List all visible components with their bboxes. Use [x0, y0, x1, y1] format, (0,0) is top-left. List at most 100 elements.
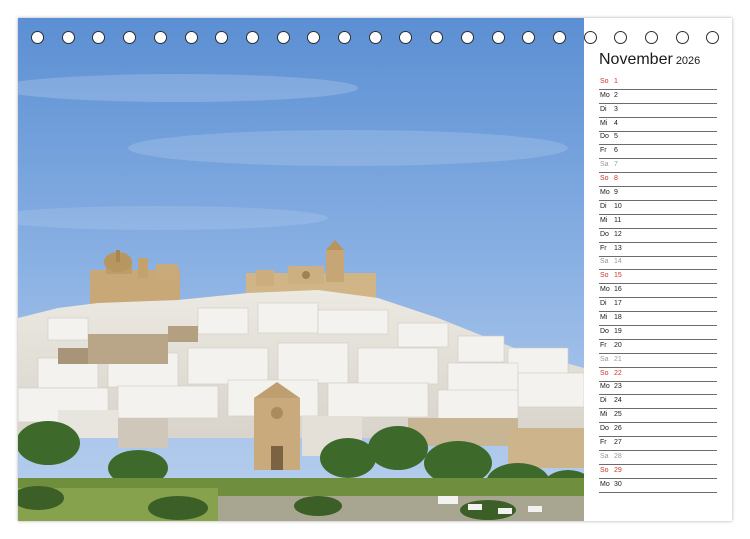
day-row: Mi 4 — [599, 118, 717, 132]
weekday-label: Mo — [600, 383, 610, 391]
day-number: 7 — [614, 161, 618, 169]
day-number: 4 — [614, 119, 618, 127]
day-row: Mi 18 — [599, 312, 717, 327]
binding-ring-icon — [675, 31, 689, 44]
weekday-label: So — [600, 369, 609, 377]
day-number: 1 — [614, 77, 618, 85]
day-number: 15 — [614, 272, 622, 280]
month-name: November — [599, 51, 673, 68]
day-number: 25 — [614, 411, 622, 419]
weekday-label: Fr — [600, 244, 607, 252]
day-row: Di 10 — [599, 201, 717, 215]
day-number: 28 — [614, 452, 622, 460]
binding-ring-icon — [552, 31, 566, 44]
day-row: Sa 14 — [599, 257, 717, 271]
binding-ring-icon — [614, 31, 628, 44]
binding-ring-icon — [92, 31, 106, 44]
day-number: 12 — [614, 230, 622, 238]
day-row: Fr 20 — [599, 340, 717, 354]
binding-ring-icon — [368, 31, 382, 44]
day-number: 29 — [614, 466, 622, 474]
weekday-label: So — [600, 272, 609, 280]
weekday-label: Di — [600, 202, 607, 210]
binding-ring-icon — [307, 31, 321, 44]
day-number: 19 — [614, 327, 622, 335]
day-row: Sa 28 — [599, 451, 717, 465]
day-row: So 15 — [599, 270, 717, 285]
day-row: Di 17 — [599, 298, 717, 313]
binding-ring-icon — [338, 31, 351, 44]
weekday-label: Mo — [600, 480, 610, 488]
day-number: 8 — [614, 175, 618, 183]
day-row: Sa 21 — [599, 354, 717, 368]
day-row: Mi 11 — [599, 215, 717, 229]
binding-ring-icon — [491, 31, 505, 44]
day-row: Fr 6 — [599, 145, 717, 160]
day-number: 26 — [614, 425, 622, 433]
town-photo — [18, 18, 584, 521]
weekday-label: Sa — [600, 452, 609, 460]
weekday-label: Mo — [600, 286, 610, 294]
day-row: Mo 23 — [599, 382, 717, 396]
day-number: 23 — [614, 383, 622, 391]
weekday-label: Di — [600, 300, 607, 308]
day-number: 3 — [614, 105, 618, 113]
day-number: 27 — [614, 439, 622, 447]
weekday-label: Mi — [600, 411, 608, 419]
binding-ring-icon — [430, 31, 444, 44]
weekday-label: Di — [600, 397, 607, 405]
day-list: So 1 Mo 2 Di 3 Mi 4 Do 5 Fr 6 Sa 7 So 8 Mo 9 Di 10 Mi 11 Do 12 F… — [599, 76, 717, 493]
weekday-label: Mo — [600, 189, 610, 197]
day-number: 17 — [614, 300, 622, 308]
day-number: 9 — [614, 189, 618, 197]
binding-ring-icon — [276, 31, 290, 44]
day-number: 22 — [614, 369, 622, 377]
day-number: 13 — [614, 244, 622, 252]
day-number: 21 — [614, 355, 622, 363]
day-row: Do 26 — [599, 423, 717, 438]
day-number: 14 — [614, 258, 622, 266]
weekday-label: Di — [600, 105, 607, 113]
day-row: Fr 13 — [599, 243, 717, 257]
hilltop-town-image — [18, 18, 584, 521]
month-header: November 2026 — [599, 51, 700, 69]
day-number: 5 — [614, 133, 618, 141]
weekday-label: Fr — [600, 147, 607, 155]
weekday-label: Mo — [600, 91, 610, 99]
binding-ring-icon — [184, 31, 198, 44]
weekday-label: Fr — [600, 341, 607, 349]
binding-ring-icon — [61, 31, 75, 44]
weekday-label: Mi — [600, 119, 608, 127]
day-row: Di 3 — [599, 104, 717, 118]
year: 2026 — [675, 55, 701, 67]
day-number: 24 — [614, 397, 622, 405]
day-row: Mo 16 — [599, 284, 717, 299]
weekday-label: Do — [600, 230, 609, 238]
day-row: Di 24 — [599, 395, 717, 410]
weekday-label: Mi — [600, 314, 608, 322]
binding-ring-icon — [583, 31, 597, 44]
day-number: 2 — [614, 91, 618, 99]
day-row: Mo 30 — [599, 479, 717, 493]
binding-ring-icon — [245, 31, 259, 44]
day-number: 6 — [614, 147, 618, 155]
weekday-label: Do — [600, 133, 609, 141]
weekday-label: Do — [600, 327, 609, 335]
day-row: Mo 2 — [599, 90, 717, 104]
day-row: Mo 9 — [599, 187, 717, 202]
binding-ring-icon — [645, 31, 658, 44]
day-number: 11 — [614, 216, 622, 224]
day-row: So 1 — [599, 76, 717, 90]
binding-ring-icon — [123, 31, 137, 44]
spiral-binding — [18, 31, 732, 47]
day-number: 30 — [614, 480, 622, 488]
weekday-label: Fr — [600, 439, 607, 447]
day-row: Do 5 — [599, 132, 717, 146]
day-row: So 22 — [599, 368, 717, 382]
weekday-label: Do — [600, 425, 609, 433]
binding-ring-icon — [215, 31, 229, 44]
weekday-label: So — [600, 466, 609, 474]
weekday-label: Mi — [600, 216, 608, 224]
binding-ring-icon — [399, 31, 413, 44]
binding-ring-icon — [460, 31, 474, 44]
